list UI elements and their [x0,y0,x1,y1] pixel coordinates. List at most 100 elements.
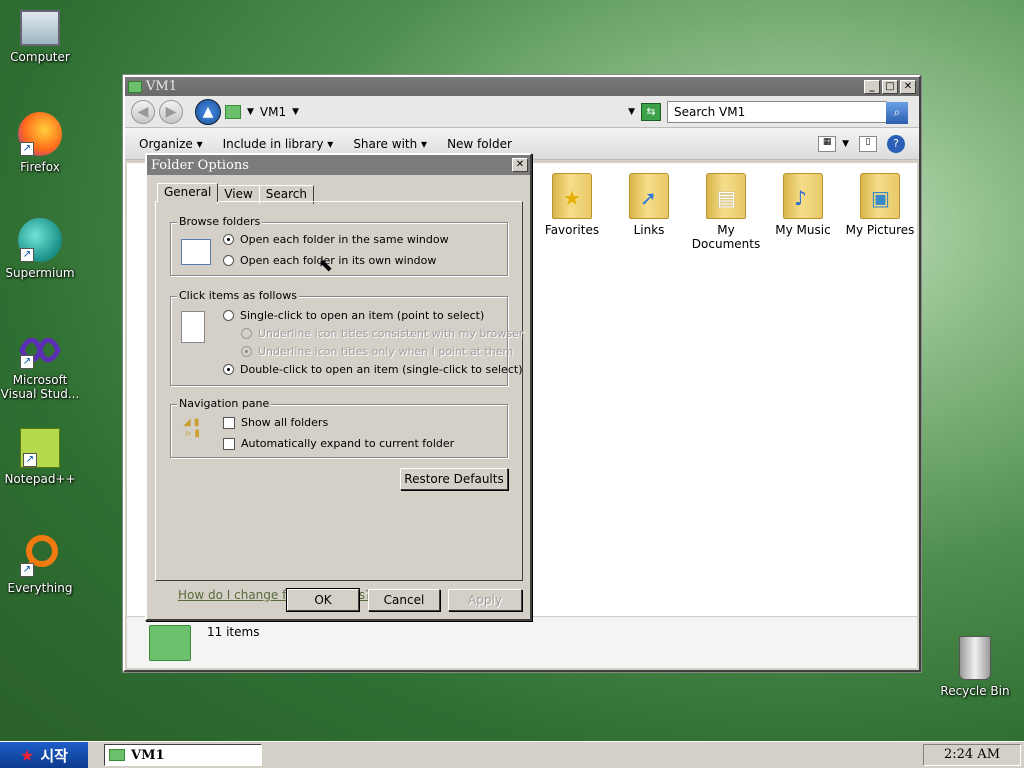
group-legend: Click items as follows [177,289,299,302]
everything-icon: ↗ [18,533,62,577]
back-button[interactable]: ◀ [131,99,155,124]
navigation-pane-group: Navigation pane ◢ ▮ ▹ ▮ Show all folders… [170,397,508,458]
item-count: 11 items [207,625,260,639]
computer-icon [20,10,60,46]
search-input[interactable]: Search VM1 ⌕ [667,100,908,124]
documents-folder-icon: ▤ [706,173,746,219]
underline-browser-option: Underline icon titles consistent with my… [241,327,523,340]
desktop-icon-recycle-bin[interactable]: Recycle Bin [935,636,1015,698]
favorites-folder-icon: ★ [552,173,592,219]
desktop-icon-supermium[interactable]: ↗ Supermium [0,218,80,280]
address-history-chevron-icon[interactable]: ▼ [628,107,635,117]
dialog-close-button[interactable]: ✕ [512,158,528,172]
tab-general[interactable]: General [157,183,219,202]
radio-button[interactable] [223,234,234,245]
share-with-menu[interactable]: Share with ▾ [353,137,427,151]
desktop-icon-label: Firefox [20,160,60,174]
radio-button [241,346,252,357]
new-folder-button[interactable]: New folder [447,137,512,151]
chevron-down-icon[interactable]: ▼ [247,107,254,117]
details-pane: 11 items [127,616,917,668]
pictures-folder-icon: ▣ [860,173,900,219]
browse-folders-group: Browse folders Open each folder in the s… [170,215,508,276]
maximize-button[interactable]: □ [882,79,898,94]
up-button[interactable]: ▲ [195,98,221,125]
dialog-titlebar[interactable]: Folder Options ✕ [147,155,530,175]
restore-defaults-button[interactable]: Restore Defaults [400,468,508,490]
radio-button[interactable] [223,310,234,321]
folder-favorites[interactable]: ★ Favorites [532,173,612,237]
option-label: Underline icon titles consistent with my… [258,327,524,340]
search-placeholder: Search VM1 [674,104,746,119]
forward-button[interactable]: ▶ [159,99,183,124]
chevron-down-icon[interactable]: ▼ [292,107,299,117]
folder-large-icon [149,625,191,661]
taskbar: ★ 시작 VM1 2:24 AM [0,741,1024,768]
location-icon [225,104,241,119]
taskbar-item-vm1[interactable]: VM1 [104,744,262,766]
option-label: Automatically expand to current folder [241,437,455,450]
folder-my-pictures[interactable]: ▣ My Pictures [840,173,920,237]
click-items-group: Click items as follows Single-click to o… [170,289,523,386]
desktop-icon-visual-studio[interactable]: ↗ Microsoft Visual Stud... [0,333,80,401]
folder-label: My Music [775,223,831,237]
view-options-icon[interactable]: ▦ [818,135,837,152]
include-in-library-menu[interactable]: Include in library ▾ [223,137,334,151]
start-label: 시작 [40,746,68,765]
single-click-option[interactable]: Single-click to open an item (point to s… [223,309,484,322]
folder-my-documents[interactable]: ▤ My Documents [686,173,766,251]
explorer-titlebar[interactable]: VM1 _ □ ✕ [125,77,919,96]
radio-button[interactable] [223,364,234,375]
help-icon[interactable]: ? [887,134,905,153]
apply-button: Apply [448,589,522,611]
browse-same-window-option[interactable]: Open each folder in the same window [223,233,449,246]
folder-links[interactable]: ➚ Links [609,173,689,237]
refresh-icon[interactable]: ⇆ [641,102,661,121]
option-label: Double-click to open an item (single-cli… [240,363,523,376]
folder-options-dialog: Folder Options ✕ General View Search Bro… [145,153,532,621]
desktop-icon-label: Microsoft Visual Stud... [0,373,80,401]
search-icon[interactable]: ⌕ [886,101,908,124]
notepadpp-icon: ↗ [20,428,60,468]
ok-button[interactable]: OK [286,588,360,612]
desktop-icon-label: Supermium [5,266,75,280]
task-label: VM1 [131,747,165,763]
chevron-down-icon[interactable]: ▼ [842,139,849,149]
desktop-icon-label: Notepad++ [4,472,76,486]
folder-window-icon [128,80,142,93]
close-button[interactable]: ✕ [900,79,916,94]
desktop-icon-notepadpp[interactable]: ↗ Notepad++ [0,428,80,486]
cancel-button[interactable]: Cancel [368,589,440,611]
group-legend: Navigation pane [177,397,272,410]
organize-menu[interactable]: Organize ▾ [139,137,203,151]
system-clock[interactable]: 2:24 AM [923,744,1021,766]
address-bar[interactable]: ▼ VM1 ▼ ▼ [225,101,635,123]
desktop-icon-label: Recycle Bin [940,684,1010,698]
option-label: Single-click to open an item (point to s… [240,309,485,322]
double-click-option[interactable]: Double-click to open an item (single-cli… [223,363,522,376]
desktop-icon-label: Computer [10,50,70,64]
address-segment[interactable]: VM1 [260,105,286,119]
folder-tree-icon: ◢ ▮ ▹ ▮ [183,417,200,439]
window-title: VM1 [146,79,177,94]
links-folder-icon: ➚ [629,173,669,219]
minimize-button[interactable]: _ [864,79,880,94]
radio-button[interactable] [223,255,234,266]
dialog-tabs: General View Search [157,183,315,204]
desktop-icon-everything[interactable]: ↗ Everything [0,533,80,595]
option-label: Open each folder in its own window [240,254,437,267]
show-all-folders-option[interactable]: Show all folders [223,416,328,429]
group-legend: Browse folders [177,215,263,228]
folder-label: My Pictures [845,223,915,237]
music-folder-icon: ♪ [783,173,823,219]
start-button[interactable]: ★ 시작 [0,741,88,768]
auto-expand-option[interactable]: Automatically expand to current folder [223,437,454,450]
checkbox[interactable] [223,416,235,429]
folder-my-music[interactable]: ♪ My Music [763,173,843,237]
navigation-bar: ◀ ▶ ▲ ▼ VM1 ▼ ▼ ⇆ Search VM1 ⌕ [125,96,919,128]
desktop-icon-firefox[interactable]: ↗ Firefox [0,112,80,174]
option-label: Underline icon titles only when I point … [258,345,514,358]
preview-pane-icon[interactable]: ▯ [859,135,877,152]
checkbox[interactable] [223,437,235,450]
desktop-icon-computer[interactable]: Computer [0,8,80,64]
